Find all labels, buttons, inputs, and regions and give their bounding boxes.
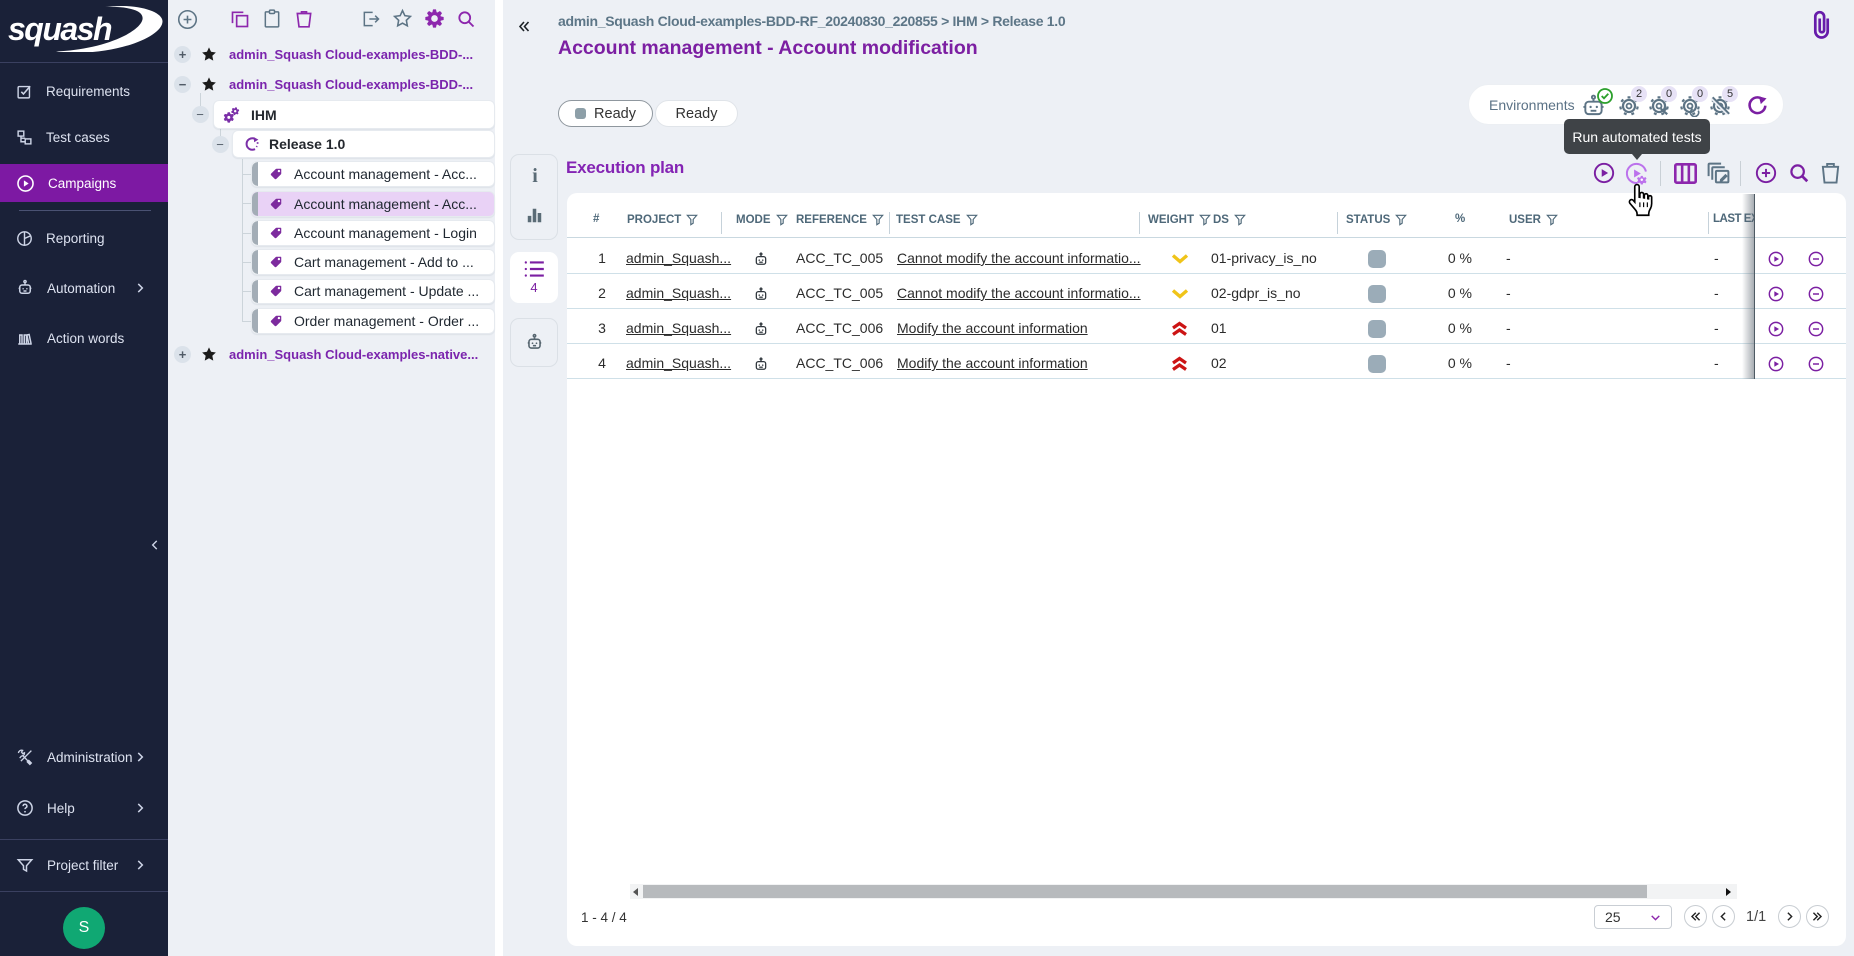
svg-text:squash: squash (8, 11, 112, 47)
